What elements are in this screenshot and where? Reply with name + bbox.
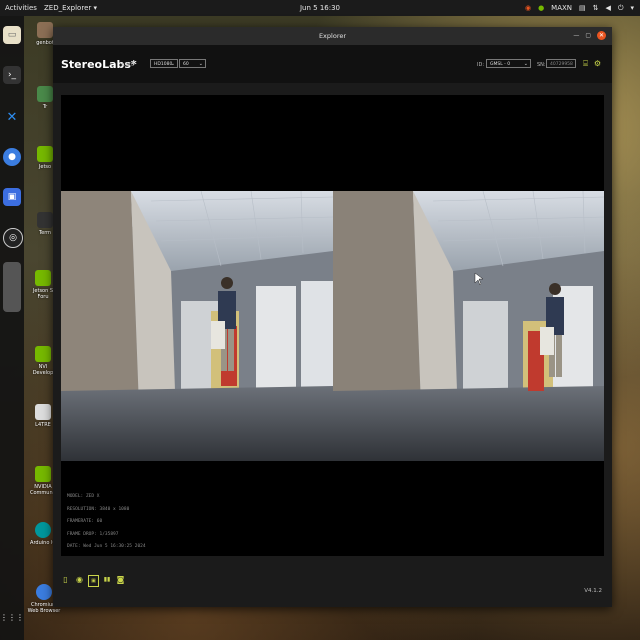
zed-explorer-icon[interactable] — [3, 262, 21, 312]
right-camera-image — [333, 191, 604, 461]
file-icon[interactable]: ▯ — [61, 575, 70, 585]
vscode-icon[interactable]: ✕ — [3, 108, 21, 126]
network-icon[interactable]: ⇅ — [593, 4, 599, 12]
update-icon[interactable]: ◉ — [525, 4, 531, 12]
info-frame-drop: FRAME DROP: 1/35897 — [67, 531, 119, 537]
close-icon[interactable]: ✕ — [597, 31, 606, 40]
chevron-down-icon[interactable]: ▾ — [630, 4, 634, 12]
app-version: V4.1.2 — [584, 588, 602, 594]
svo-icon[interactable]: ▣ — [88, 575, 99, 587]
fps-select[interactable]: 60 ⌄ — [179, 59, 206, 68]
dock: ▭ ›_ ✕ ● ▣ ◎ ⋮⋮⋮ — [0, 16, 24, 640]
stereo-view-icon[interactable]: ▮▮ — [101, 575, 113, 585]
maximize-icon[interactable]: ▢ — [585, 32, 591, 39]
info-resolution: RESOLUTION: 3840 x 1080 — [67, 506, 130, 512]
stream-icon[interactable]: ◉ — [75, 575, 84, 585]
serial-label: SN: — [537, 62, 546, 68]
camera-info-panel: MODEL: ZED X RESOLUTION: 3840 x 1080 FRA… — [67, 491, 146, 554]
system-tray[interactable]: ◉ ● MAXN ▤ ⇅ ◀ ⏻ ▾ — [525, 4, 634, 13]
volume-icon[interactable]: ◀ — [606, 4, 611, 12]
bottom-toolbar: ▯ ◉ ▣ ▮▮ ◙ V4.1.2 — [53, 564, 612, 607]
serial-field: 40729958 — [546, 59, 576, 68]
camera-icon[interactable]: ◙ — [116, 575, 125, 585]
top-bar: Activities ZED_Explorer ▾ Jun 5 16:30 ◉ … — [0, 0, 640, 16]
stereo-video-frame — [61, 191, 604, 461]
camera-id-label: ID: — [477, 62, 485, 68]
info-framerate: FRAMERATE: 60 — [67, 519, 103, 524]
app-header: StereoLabs* LIVE HD1080 ⌄ 60 ⌄ ID: GMSL - … — [53, 45, 612, 83]
info-model: MODEL: ZED X — [67, 494, 100, 499]
chevron-down-icon: ⌄ — [170, 61, 175, 67]
screenshot-icon[interactable]: ▣ — [3, 188, 21, 206]
obs-icon[interactable]: ◎ — [3, 228, 23, 248]
live-indicator: LIVE — [122, 62, 135, 68]
clipboard-icon[interactable]: ▤ — [579, 4, 586, 12]
record-icon[interactable]: ⌸ — [581, 59, 590, 68]
left-camera-image — [61, 191, 333, 461]
resolution-select[interactable]: HD1080 ⌄ — [150, 59, 178, 68]
terminal-icon[interactable]: ›_ — [3, 66, 21, 84]
files-icon[interactable]: ▭ — [3, 26, 21, 44]
window-titlebar[interactable]: Explorer — ▢ ✕ — [53, 27, 612, 45]
info-date: DATE: Wed Jun 5 16:30:25 2024 — [67, 544, 146, 549]
chevron-down-icon: ⌄ — [523, 61, 528, 67]
chromium-icon[interactable]: ● — [3, 148, 21, 166]
minimize-icon[interactable]: — — [573, 32, 579, 39]
power-icon[interactable]: ⏻ — [618, 4, 624, 13]
power-mode-label[interactable]: MAXN — [551, 4, 572, 12]
window-title: Explorer — [318, 32, 347, 40]
apps-grid-icon[interactable]: ⋮⋮⋮ — [0, 608, 24, 626]
video-viewer[interactable]: MODEL: ZED X RESOLUTION: 3840 x 1080 FRA… — [61, 95, 604, 556]
gear-icon[interactable]: ⚙ — [593, 59, 602, 68]
nvidia-icon[interactable]: ● — [538, 4, 544, 12]
camera-id-select[interactable]: GMSL - 0 ⌄ — [486, 59, 531, 68]
chevron-down-icon: ⌄ — [198, 61, 203, 67]
explorer-window: Explorer — ▢ ✕ StereoLabs* LIVE HD1080 ⌄ … — [53, 27, 612, 607]
